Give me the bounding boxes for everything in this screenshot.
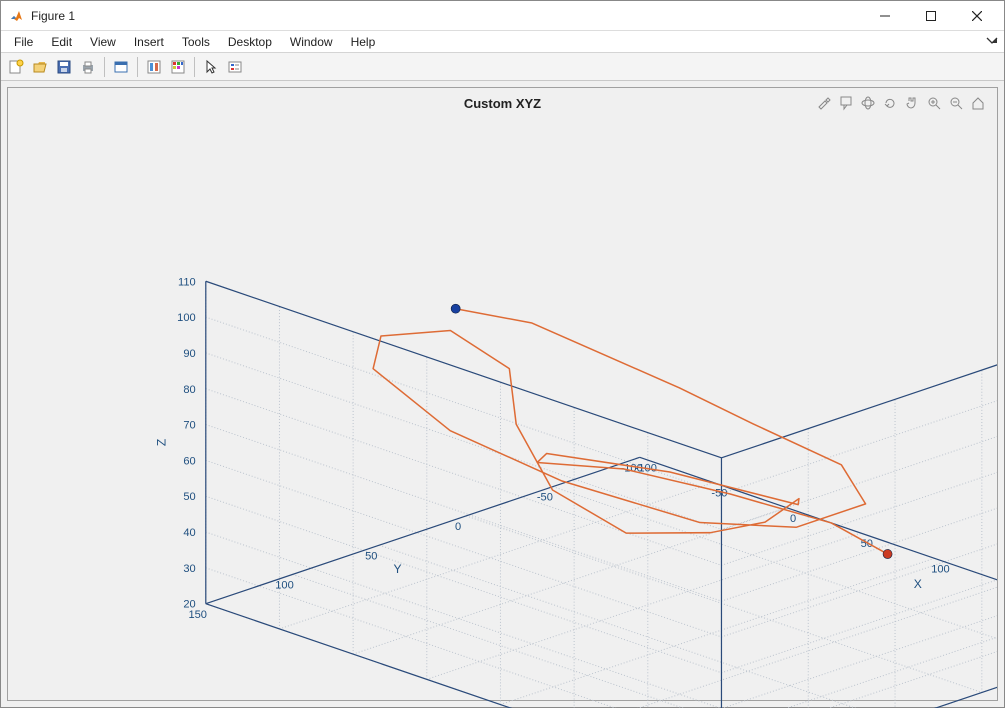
svg-text:Z: Z — [154, 438, 168, 446]
end-point — [451, 304, 460, 313]
menu-window[interactable]: Window — [281, 33, 342, 51]
svg-text:100: 100 — [177, 312, 196, 324]
window-title: Figure 1 — [31, 9, 862, 23]
svg-text:X: X — [914, 577, 922, 591]
toolbar-separator — [194, 57, 195, 77]
data-cursor-icon[interactable] — [143, 56, 165, 78]
menu-file[interactable]: File — [5, 33, 42, 51]
svg-text:Y: Y — [393, 562, 401, 576]
dock-icon[interactable] — [986, 34, 998, 49]
svg-text:110: 110 — [178, 276, 196, 288]
svg-text:100: 100 — [931, 563, 950, 575]
toolbar-separator — [104, 57, 105, 77]
titlebar: Figure 1 — [1, 1, 1004, 31]
colorbar-icon[interactable] — [167, 56, 189, 78]
svg-text:-50: -50 — [537, 492, 553, 504]
menu-desktop[interactable]: Desktop — [219, 33, 281, 51]
window-buttons — [862, 1, 1000, 31]
svg-text:60: 60 — [183, 455, 195, 467]
plot-frame: Custom XYZ -100-50050100150200250-100-50… — [7, 87, 998, 701]
svg-text:0: 0 — [455, 521, 461, 533]
desktop-layout-icon[interactable] — [110, 56, 132, 78]
start-point — [883, 549, 892, 558]
menu-insert[interactable]: Insert — [125, 33, 173, 51]
toolbar-separator — [137, 57, 138, 77]
svg-text:40: 40 — [183, 527, 195, 539]
svg-text:90: 90 — [183, 348, 195, 360]
close-button[interactable] — [954, 1, 1000, 31]
new-figure-icon[interactable] — [5, 56, 27, 78]
svg-text:50: 50 — [365, 550, 377, 562]
svg-text:100: 100 — [275, 580, 294, 592]
pointer-icon[interactable] — [200, 56, 222, 78]
menu-view[interactable]: View — [81, 33, 125, 51]
svg-text:30: 30 — [183, 563, 195, 575]
toolbar — [1, 53, 1004, 81]
svg-text:70: 70 — [183, 420, 195, 432]
save-icon[interactable] — [53, 56, 75, 78]
insert-legend-icon[interactable] — [224, 56, 246, 78]
minimize-button[interactable] — [862, 1, 908, 31]
menu-help[interactable]: Help — [342, 33, 385, 51]
axes-3d[interactable]: -100-50050100150200250-100-5005010015020… — [8, 88, 997, 708]
matlab-app-icon — [9, 8, 25, 24]
menubar: File Edit View Insert Tools Desktop Wind… — [1, 31, 1004, 53]
menu-edit[interactable]: Edit — [42, 33, 81, 51]
print-icon[interactable] — [77, 56, 99, 78]
svg-text:20: 20 — [183, 599, 195, 611]
svg-text:50: 50 — [183, 491, 195, 503]
svg-text:80: 80 — [183, 384, 195, 396]
trajectory-line — [373, 309, 887, 554]
figure-area: Custom XYZ -100-50050100150200250-100-50… — [1, 81, 1004, 707]
maximize-button[interactable] — [908, 1, 954, 31]
menu-tools[interactable]: Tools — [173, 33, 219, 51]
svg-text:0: 0 — [790, 513, 796, 525]
open-icon[interactable] — [29, 56, 51, 78]
